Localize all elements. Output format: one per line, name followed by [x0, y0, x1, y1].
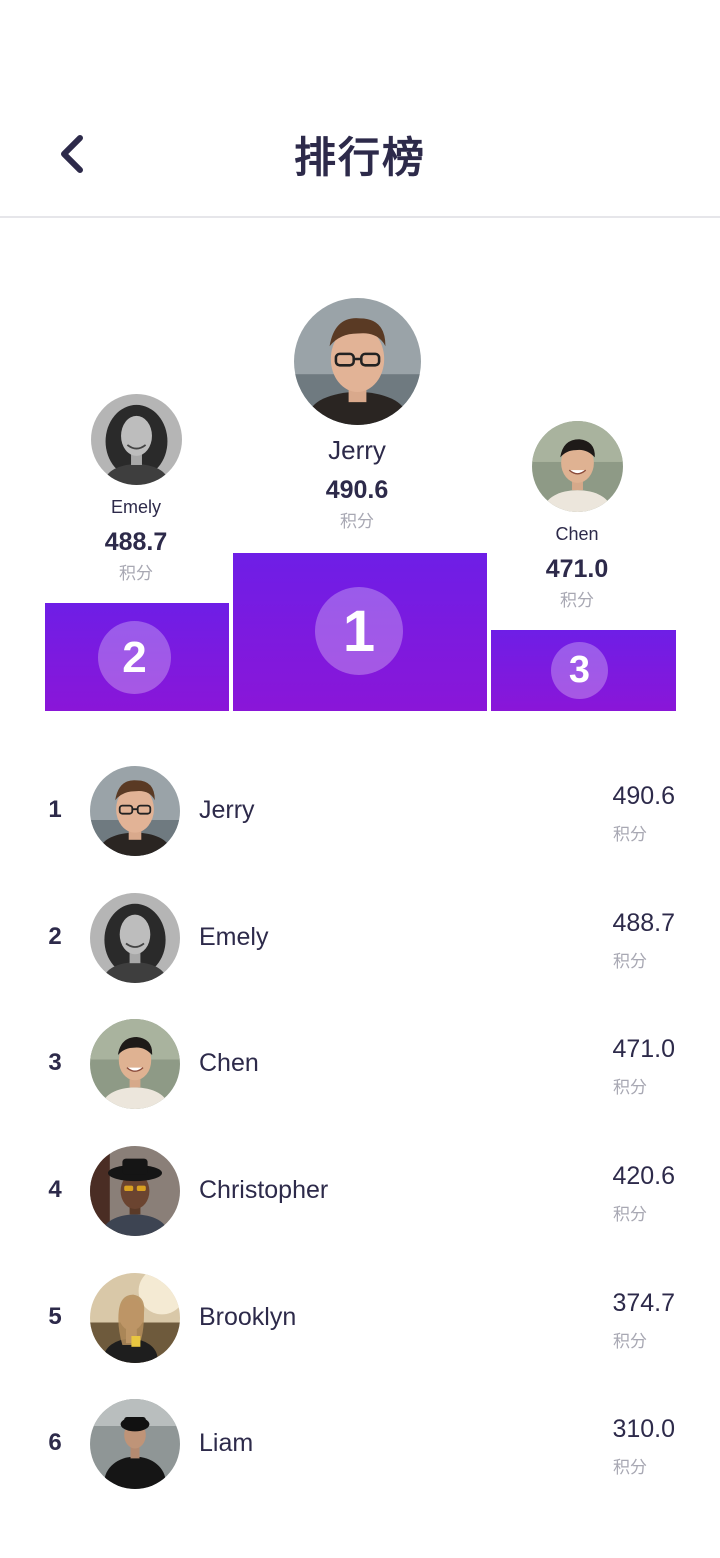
podium-first-place[interactable]: Jerry 490.6 积分 — [272, 298, 442, 532]
score-unit: 积分 — [613, 1332, 647, 1351]
avatar — [90, 1399, 180, 1489]
player-score: 310.0 — [612, 1415, 675, 1443]
podium: Jerry 490.6 积分 Emely 488.7 积分 Chen 471.0… — [0, 218, 720, 718]
winner-score-unit: 积分 — [340, 512, 374, 531]
podium-block-third: 3 — [491, 630, 676, 711]
rank-badge: 2 — [98, 621, 171, 694]
winner-score: 490.6 — [325, 476, 389, 504]
score-unit: 积分 — [613, 1205, 647, 1224]
podium-block-second: 2 — [45, 603, 229, 711]
winner-score-unit: 积分 — [560, 591, 594, 610]
rank-badge: 1 — [315, 587, 403, 675]
winner-score: 488.7 — [104, 528, 168, 556]
rank-number: 4 — [48, 1176, 62, 1203]
winner-name: Emely — [110, 497, 161, 517]
avatar — [91, 394, 182, 485]
avatar — [90, 893, 180, 983]
app-header: 排行榜 — [0, 0, 720, 218]
list-item[interactable]: 4 Christopher 420.6 积分 — [0, 1128, 720, 1254]
avatar — [90, 1146, 180, 1236]
avatar — [90, 1273, 180, 1363]
avatar — [90, 766, 180, 856]
list-item[interactable]: 5 Brooklyn 374.7 积分 — [0, 1255, 720, 1381]
player-name: Chen — [199, 1049, 259, 1077]
podium-block-first: 1 — [233, 553, 487, 711]
player-name: Emely — [199, 923, 269, 951]
rank-number: 1 — [48, 796, 62, 823]
page-title: 排行榜 — [293, 134, 426, 181]
player-name: Liam — [199, 1429, 254, 1457]
winner-score: 471.0 — [545, 555, 609, 583]
list-item[interactable]: 1 Jerry 490.6 积分 — [0, 748, 720, 874]
rank-number: 2 — [48, 923, 62, 950]
player-score: 471.0 — [612, 1035, 675, 1063]
winner-name: Chen — [555, 524, 599, 544]
avatar — [294, 298, 421, 425]
player-score: 420.6 — [612, 1162, 675, 1190]
avatar — [532, 421, 623, 512]
winner-score-unit: 积分 — [119, 564, 153, 583]
rank-number: 6 — [48, 1429, 62, 1456]
score-unit: 积分 — [613, 1458, 647, 1477]
score-unit: 积分 — [613, 825, 647, 844]
player-name: Jerry — [199, 796, 255, 824]
player-name: Christopher — [199, 1176, 329, 1204]
score-unit: 积分 — [613, 1078, 647, 1097]
list-item[interactable]: 3 Chen 471.0 积分 — [0, 1001, 720, 1127]
list-item[interactable]: 6 Liam 310.0 积分 — [0, 1381, 720, 1507]
player-score: 374.7 — [612, 1289, 675, 1317]
winner-name: Jerry — [328, 435, 386, 465]
list-item[interactable]: 2 Emely 488.7 积分 — [0, 875, 720, 1001]
rank-number: 3 — [48, 1049, 62, 1076]
podium-second-place[interactable]: Emely 488.7 积分 — [56, 394, 216, 584]
score-unit: 积分 — [613, 952, 647, 971]
player-score: 490.6 — [612, 782, 675, 810]
rank-number: 5 — [48, 1303, 62, 1330]
podium-third-place[interactable]: Chen 471.0 积分 — [497, 421, 657, 611]
player-name: Brooklyn — [199, 1303, 297, 1331]
avatar — [90, 1019, 180, 1109]
rank-badge: 3 — [551, 642, 608, 699]
player-score: 488.7 — [612, 909, 675, 937]
